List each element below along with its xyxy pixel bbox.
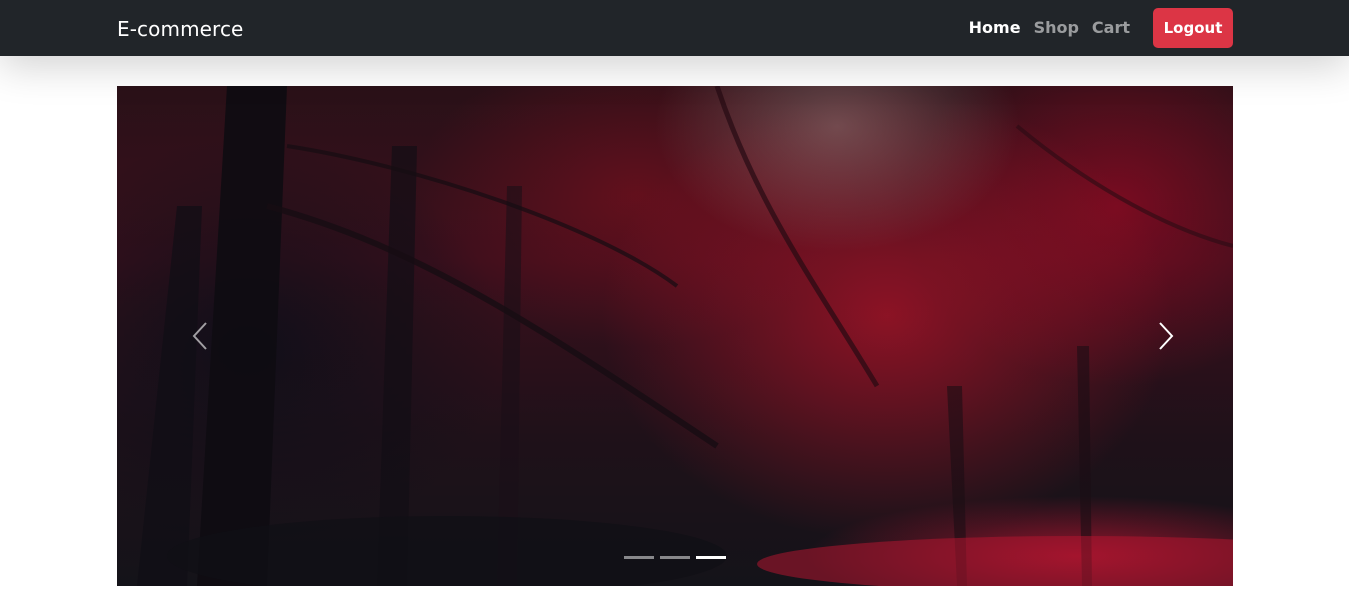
nav-link-cart[interactable]: Cart xyxy=(1092,18,1130,37)
carousel-indicator-3[interactable] xyxy=(696,556,726,559)
carousel-next-button[interactable] xyxy=(1063,86,1233,586)
logout-button[interactable]: Logout xyxy=(1153,8,1233,48)
brand-logo-text[interactable]: E-commerce xyxy=(117,16,243,42)
chevron-left-icon xyxy=(192,322,207,350)
navbar: E-commerce Home Shop Cart Logout xyxy=(0,0,1349,56)
carousel-indicators xyxy=(624,556,726,559)
hero-carousel xyxy=(117,86,1233,586)
nav-links: Home Shop Cart xyxy=(969,18,1130,37)
carousel-prev-button[interactable] xyxy=(117,86,287,586)
nav-link-home[interactable]: Home xyxy=(969,18,1021,37)
chevron-right-icon xyxy=(1159,322,1174,350)
carousel-indicator-2[interactable] xyxy=(660,556,690,559)
nav-link-shop[interactable]: Shop xyxy=(1034,18,1079,37)
carousel-indicator-1[interactable] xyxy=(624,556,654,559)
